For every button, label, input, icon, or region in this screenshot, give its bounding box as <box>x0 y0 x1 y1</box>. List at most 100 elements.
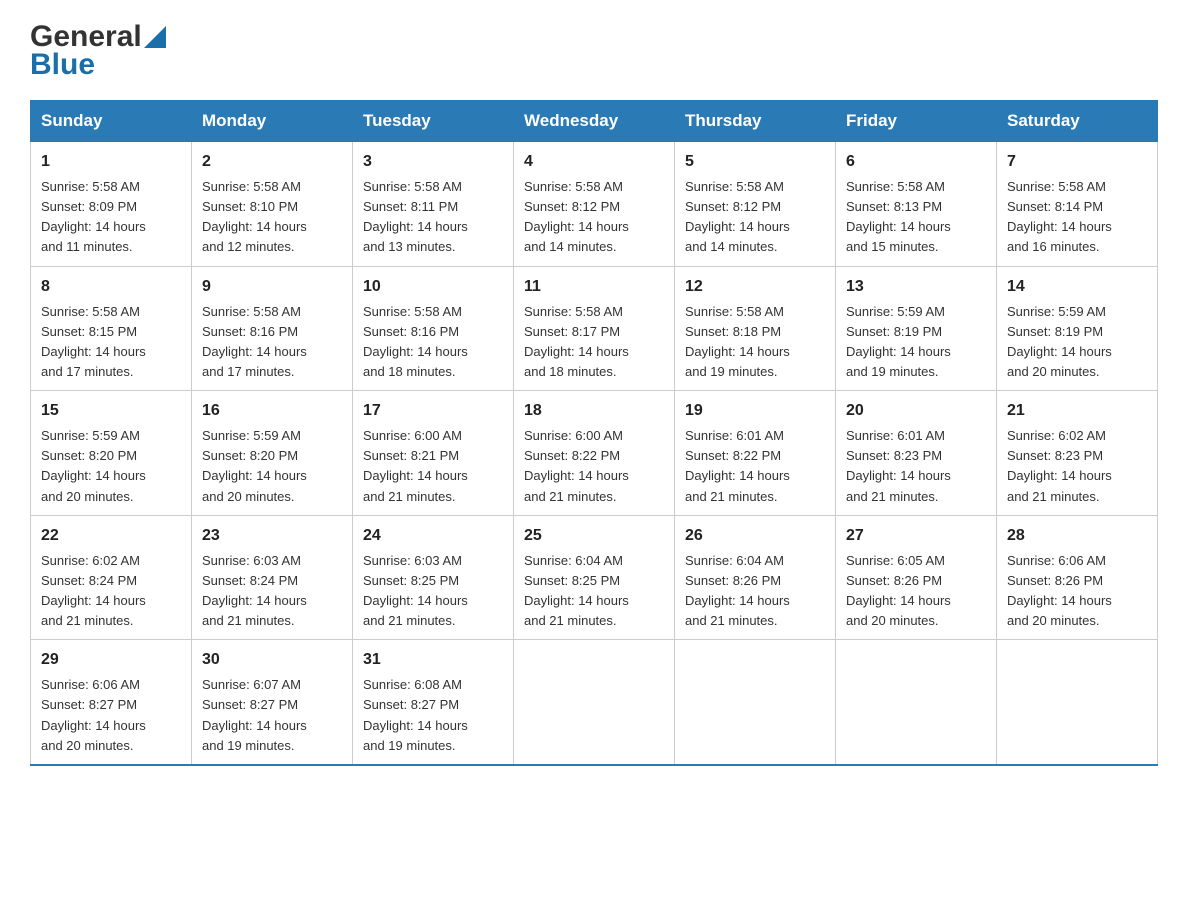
day-info: Sunrise: 6:02 AMSunset: 8:24 PMDaylight:… <box>41 551 181 632</box>
day-info: Sunrise: 5:59 AMSunset: 8:19 PMDaylight:… <box>846 302 986 383</box>
day-info: Sunrise: 6:08 AMSunset: 8:27 PMDaylight:… <box>363 675 503 756</box>
calendar-cell: 20Sunrise: 6:01 AMSunset: 8:23 PMDayligh… <box>836 391 997 516</box>
calendar-cell <box>514 640 675 765</box>
calendar-header-row: SundayMondayTuesdayWednesdayThursdayFrid… <box>31 101 1158 142</box>
column-header-thursday: Thursday <box>675 101 836 142</box>
day-number: 19 <box>685 399 825 423</box>
day-info: Sunrise: 5:59 AMSunset: 8:19 PMDaylight:… <box>1007 302 1147 383</box>
day-number: 8 <box>41 275 181 299</box>
calendar-cell: 24Sunrise: 6:03 AMSunset: 8:25 PMDayligh… <box>353 515 514 640</box>
week-row-5: 29 Sunrise: 6:06 AMSunset: 8:27 PMDayligh… <box>31 640 1158 765</box>
day-info: Sunrise: 5:58 AMSunset: 8:11 PMDaylight:… <box>363 177 503 258</box>
logo: General Blue <box>30 20 166 82</box>
logo-blue-text: Blue <box>30 48 95 82</box>
day-number: 18 <box>524 399 664 423</box>
day-number: 9 <box>202 275 342 299</box>
day-number: 3 <box>363 150 503 174</box>
day-info: Sunrise: 5:58 AMSunset: 8:15 PMDaylight:… <box>41 302 181 383</box>
day-number: 25 <box>524 524 664 548</box>
day-number: 2 <box>202 150 342 174</box>
header: General Blue <box>30 20 1158 82</box>
calendar-cell: 13 Sunrise: 5:59 AMSunset: 8:19 PMDayligh… <box>836 266 997 391</box>
day-info: Sunrise: 6:04 AMSunset: 8:25 PMDaylight:… <box>524 551 664 632</box>
week-row-4: 22 Sunrise: 6:02 AMSunset: 8:24 PMDayligh… <box>31 515 1158 640</box>
calendar-cell: 28 Sunrise: 6:06 AMSunset: 8:26 PMDayligh… <box>997 515 1158 640</box>
calendar-cell: 9 Sunrise: 5:58 AMSunset: 8:16 PMDaylight… <box>192 266 353 391</box>
day-number: 14 <box>1007 275 1147 299</box>
day-info: Sunrise: 6:06 AMSunset: 8:27 PMDaylight:… <box>41 675 181 756</box>
day-info: Sunrise: 6:07 AMSunset: 8:27 PMDaylight:… <box>202 675 342 756</box>
day-number: 27 <box>846 524 986 548</box>
day-number: 13 <box>846 275 986 299</box>
day-info: Sunrise: 5:58 AMSunset: 8:17 PMDaylight:… <box>524 302 664 383</box>
calendar-cell <box>836 640 997 765</box>
day-info: Sunrise: 6:05 AMSunset: 8:26 PMDaylight:… <box>846 551 986 632</box>
calendar-cell: 12 Sunrise: 5:58 AMSunset: 8:18 PMDayligh… <box>675 266 836 391</box>
calendar-cell: 1 Sunrise: 5:58 AMSunset: 8:09 PMDaylight… <box>31 142 192 267</box>
day-number: 16 <box>202 399 342 423</box>
column-header-saturday: Saturday <box>997 101 1158 142</box>
calendar-cell: 7 Sunrise: 5:58 AMSunset: 8:14 PMDaylight… <box>997 142 1158 267</box>
day-info: Sunrise: 5:58 AMSunset: 8:12 PMDaylight:… <box>524 177 664 258</box>
calendar-cell: 23 Sunrise: 6:03 AMSunset: 8:24 PMDayligh… <box>192 515 353 640</box>
day-number: 10 <box>363 275 503 299</box>
calendar-cell: 16Sunrise: 5:59 AMSunset: 8:20 PMDayligh… <box>192 391 353 516</box>
calendar-cell: 21Sunrise: 6:02 AMSunset: 8:23 PMDayligh… <box>997 391 1158 516</box>
calendar-cell: 2Sunrise: 5:58 AMSunset: 8:10 PMDaylight… <box>192 142 353 267</box>
column-header-monday: Monday <box>192 101 353 142</box>
day-number: 29 <box>41 648 181 672</box>
calendar-cell: 15 Sunrise: 5:59 AMSunset: 8:20 PMDayligh… <box>31 391 192 516</box>
column-header-wednesday: Wednesday <box>514 101 675 142</box>
week-row-2: 8 Sunrise: 5:58 AMSunset: 8:15 PMDaylight… <box>31 266 1158 391</box>
column-header-sunday: Sunday <box>31 101 192 142</box>
calendar-cell <box>675 640 836 765</box>
day-info: Sunrise: 6:03 AMSunset: 8:25 PMDaylight:… <box>363 551 503 632</box>
day-info: Sunrise: 6:02 AMSunset: 8:23 PMDaylight:… <box>1007 426 1147 507</box>
calendar-cell: 31 Sunrise: 6:08 AMSunset: 8:27 PMDayligh… <box>353 640 514 765</box>
calendar-cell: 30 Sunrise: 6:07 AMSunset: 8:27 PMDayligh… <box>192 640 353 765</box>
calendar-cell: 3 Sunrise: 5:58 AMSunset: 8:11 PMDaylight… <box>353 142 514 267</box>
day-info: Sunrise: 6:03 AMSunset: 8:24 PMDaylight:… <box>202 551 342 632</box>
day-number: 4 <box>524 150 664 174</box>
day-number: 26 <box>685 524 825 548</box>
day-info: Sunrise: 5:58 AMSunset: 8:14 PMDaylight:… <box>1007 177 1147 258</box>
calendar-cell: 25 Sunrise: 6:04 AMSunset: 8:25 PMDayligh… <box>514 515 675 640</box>
day-number: 6 <box>846 150 986 174</box>
day-info: Sunrise: 6:04 AMSunset: 8:26 PMDaylight:… <box>685 551 825 632</box>
day-info: Sunrise: 5:58 AMSunset: 8:16 PMDaylight:… <box>363 302 503 383</box>
day-number: 22 <box>41 524 181 548</box>
calendar-table: SundayMondayTuesdayWednesdayThursdayFrid… <box>30 100 1158 766</box>
day-number: 11 <box>524 275 664 299</box>
day-number: 1 <box>41 150 181 174</box>
calendar-cell: 14 Sunrise: 5:59 AMSunset: 8:19 PMDayligh… <box>997 266 1158 391</box>
day-info: Sunrise: 5:58 AMSunset: 8:16 PMDaylight:… <box>202 302 342 383</box>
day-number: 15 <box>41 399 181 423</box>
day-info: Sunrise: 5:58 AMSunset: 8:12 PMDaylight:… <box>685 177 825 258</box>
day-info: Sunrise: 5:58 AMSunset: 8:09 PMDaylight:… <box>41 177 181 258</box>
day-number: 17 <box>363 399 503 423</box>
day-info: Sunrise: 6:01 AMSunset: 8:23 PMDaylight:… <box>846 426 986 507</box>
day-number: 12 <box>685 275 825 299</box>
day-number: 30 <box>202 648 342 672</box>
calendar-cell: 29 Sunrise: 6:06 AMSunset: 8:27 PMDayligh… <box>31 640 192 765</box>
day-info: Sunrise: 6:00 AMSunset: 8:22 PMDaylight:… <box>524 426 664 507</box>
day-info: Sunrise: 5:58 AMSunset: 8:18 PMDaylight:… <box>685 302 825 383</box>
week-row-1: 1 Sunrise: 5:58 AMSunset: 8:09 PMDaylight… <box>31 142 1158 267</box>
day-number: 31 <box>363 648 503 672</box>
day-info: Sunrise: 6:01 AMSunset: 8:22 PMDaylight:… <box>685 426 825 507</box>
column-header-friday: Friday <box>836 101 997 142</box>
calendar-cell: 11 Sunrise: 5:58 AMSunset: 8:17 PMDayligh… <box>514 266 675 391</box>
day-info: Sunrise: 6:00 AMSunset: 8:21 PMDaylight:… <box>363 426 503 507</box>
calendar-cell <box>997 640 1158 765</box>
calendar-cell: 19 Sunrise: 6:01 AMSunset: 8:22 PMDayligh… <box>675 391 836 516</box>
calendar-cell: 26 Sunrise: 6:04 AMSunset: 8:26 PMDayligh… <box>675 515 836 640</box>
day-number: 23 <box>202 524 342 548</box>
day-info: Sunrise: 5:58 AMSunset: 8:13 PMDaylight:… <box>846 177 986 258</box>
day-number: 7 <box>1007 150 1147 174</box>
day-info: Sunrise: 5:59 AMSunset: 8:20 PMDaylight:… <box>41 426 181 507</box>
day-number: 28 <box>1007 524 1147 548</box>
calendar-cell: 5 Sunrise: 5:58 AMSunset: 8:12 PMDaylight… <box>675 142 836 267</box>
week-row-3: 15 Sunrise: 5:59 AMSunset: 8:20 PMDayligh… <box>31 391 1158 516</box>
day-info: Sunrise: 6:06 AMSunset: 8:26 PMDaylight:… <box>1007 551 1147 632</box>
day-number: 5 <box>685 150 825 174</box>
